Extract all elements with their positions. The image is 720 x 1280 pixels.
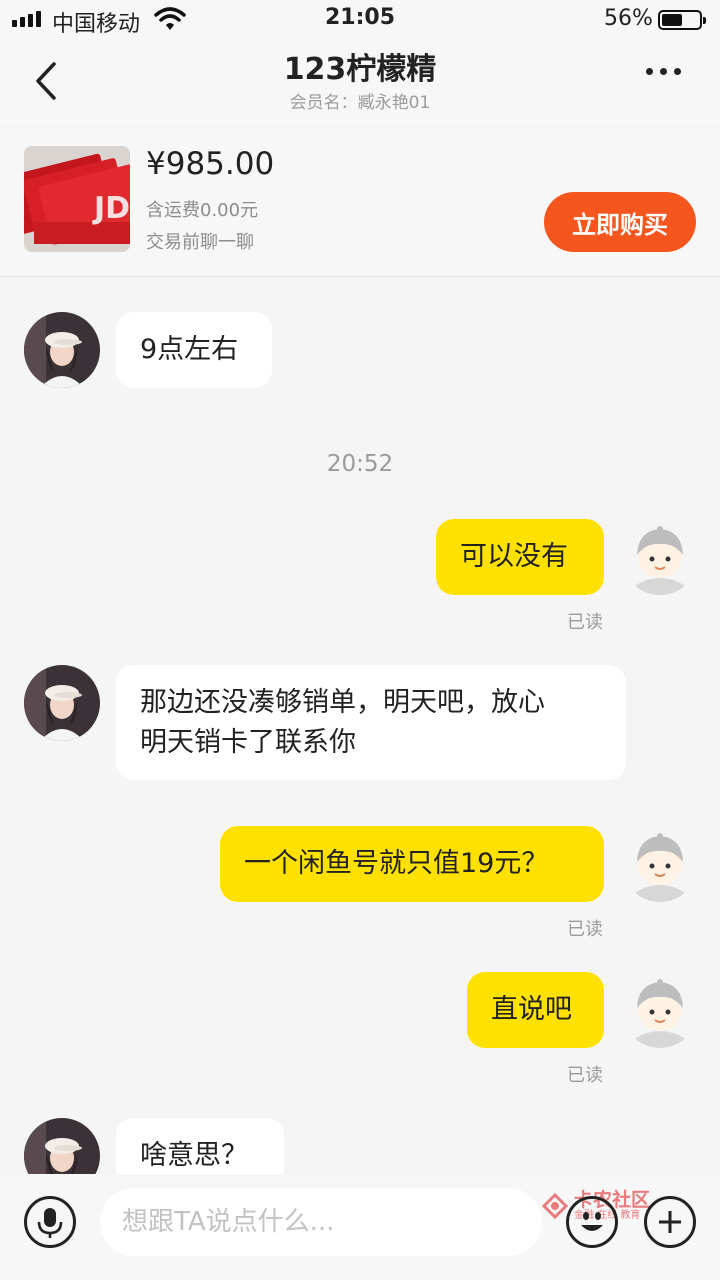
my-avatar[interactable] (622, 826, 698, 902)
smile-icon (581, 1212, 603, 1231)
time-separator: 20:52 (326, 451, 394, 477)
more-options-button[interactable] (646, 68, 681, 75)
chat-title: 123柠檬精 (283, 52, 437, 87)
message-bubble-received[interactable]: 啥意思？ (116, 1118, 284, 1174)
message-text: 9点左右 (140, 334, 239, 365)
emoji-button[interactable] (566, 1196, 618, 1248)
read-receipt: 已读 (567, 919, 603, 940)
message-bubble-sent[interactable]: 直说吧 (467, 972, 604, 1048)
member-name: 会员名：臧永艳01 (289, 93, 431, 113)
seller-avatar[interactable] (24, 665, 100, 741)
battery-icon (658, 10, 706, 30)
message-text: 可以没有 (460, 541, 568, 572)
message-bubble-received[interactable]: 9点左右 (116, 312, 272, 388)
microphone-icon (37, 1208, 63, 1238)
message-text: 一个闲鱼号就只值19元？ (244, 848, 549, 879)
message-text: 直说吧 (491, 994, 572, 1025)
dot-icon (674, 68, 681, 75)
dot-icon (646, 68, 653, 75)
message-text: 啥意思？ (140, 1140, 248, 1171)
message-text-line: 那边还没凑够销单，明天吧，放心 (140, 687, 545, 718)
read-receipt: 已读 (567, 1065, 603, 1086)
message-bubble-sent[interactable]: 可以没有 (436, 519, 604, 595)
chat-hint: 交易前聊一聊 (146, 232, 254, 253)
shipping-fee: 含运费0.00元 (146, 200, 259, 221)
message-text-line: 明天销卡了联系你 (140, 727, 356, 758)
dot-icon (660, 68, 667, 75)
my-avatar[interactable] (622, 972, 698, 1048)
svg-text:JD: JD (92, 191, 130, 226)
message-bubble-received[interactable]: 那边还没凑够销单，明天吧，放心 明天销卡了联系你 (116, 665, 626, 780)
more-actions-button[interactable] (644, 1196, 696, 1248)
buy-now-button[interactable]: 立即购买 (544, 192, 696, 252)
seller-avatar[interactable] (24, 1118, 100, 1174)
product-thumbnail[interactable]: JD (24, 146, 130, 252)
read-receipt: 已读 (567, 612, 603, 633)
voice-button[interactable] (24, 1196, 76, 1248)
plus-icon (659, 1211, 681, 1233)
message-bubble-sent[interactable]: 一个闲鱼号就只值19元？ (220, 826, 604, 902)
seller-avatar[interactable] (24, 312, 100, 388)
battery-percent: 56% (604, 6, 653, 31)
my-avatar[interactable] (622, 519, 698, 595)
product-price: ¥985.00 (146, 146, 275, 182)
message-input[interactable] (100, 1188, 542, 1256)
message-list[interactable]: 9点左右 20:52 可以没有 已读 那边还没凑够销单，明天吧，放心 明天销卡了… (0, 277, 720, 1174)
